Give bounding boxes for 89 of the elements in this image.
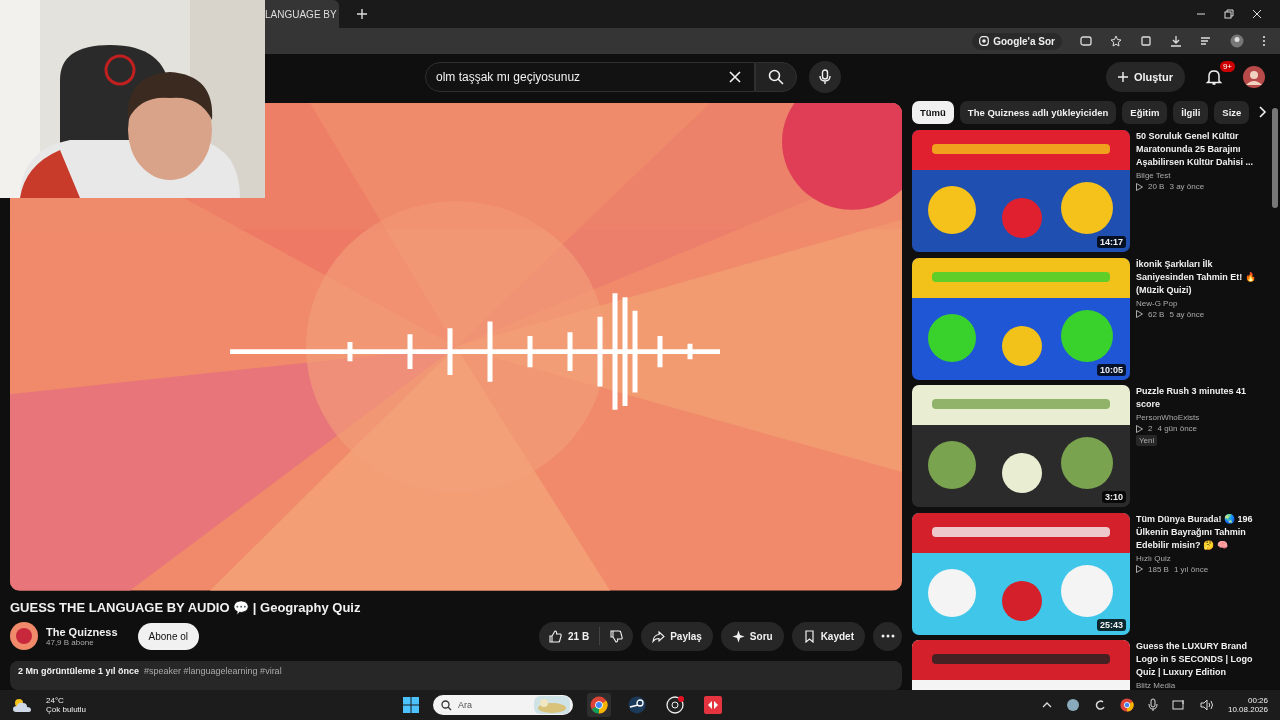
channel-name[interactable]: The Quizness [46,625,118,638]
tray-icon[interactable] [1093,699,1106,711]
share-icon [652,629,666,643]
start-icon[interactable] [403,697,419,713]
avatar[interactable] [1243,66,1265,88]
video-title[interactable]: Guess the LUXURY Brand Logo in 5 SECONDS | Logo Quiz | Luxury Edition [1136,640,1266,679]
filter-chip[interactable]: İlgili [1173,100,1209,124]
video-title[interactable]: 50 Soruluk Genel Kültür Maratonunda 25 Barajını Aşabilirsen Kültür Dahisi ... [1136,130,1266,169]
recorder-icon[interactable] [663,693,687,717]
tab-title: LANGUAGE BY [265,8,337,20]
play-icon [1136,182,1143,191]
clear-icon[interactable] [729,71,741,83]
sparkle-icon [731,629,745,643]
create-button[interactable]: Oluştur [1105,62,1185,92]
hashtags[interactable]: #speaker #languagelearning #viral [144,665,282,676]
subscribe-button[interactable]: Abone ol [137,622,199,650]
upload-age: 4 gün önce [1157,424,1198,433]
browser-tab[interactable]: LANGUAGE BY [265,0,339,28]
view-count: 2 [1148,424,1153,433]
bell-icon[interactable] [1205,68,1223,86]
download-icon[interactable] [1170,35,1182,47]
upload-age: 3 ay önce [1169,182,1205,191]
search-icon [441,699,452,711]
channel-name: New-G Pop [1136,298,1178,308]
clock-date[interactable]: 10.08.2026 [1227,705,1268,714]
channel-avatar[interactable] [10,622,38,651]
chrome-icon[interactable] [587,693,611,717]
ask-google-button[interactable]: Google'a Sor [972,32,1062,50]
chrome-icon[interactable] [1119,698,1134,712]
star-icon[interactable] [1110,35,1122,47]
view-count: 20 B [1148,182,1165,191]
video-duration: 14:17 [1096,236,1126,248]
action-button[interactable]: Soru [720,621,784,651]
speaker-icon[interactable] [1199,699,1214,711]
new-badge: Yeni [1136,435,1158,446]
play-icon [1136,310,1143,318]
video-title[interactable]: Tüm Dünya Burada! 🌏 196 Ülkenin Bayrağını Tahmin Edebilir misin? 🤔 🧠 [1136,512,1266,552]
chevron-up-icon[interactable] [1041,702,1052,708]
search-icon [768,69,784,85]
lens-icon [979,36,990,46]
clock-time[interactable]: 00:26 [1248,696,1268,705]
upload-age: 5 ay önce [1169,309,1205,319]
microphone-icon [819,69,831,85]
more-icon [880,634,895,639]
restore-icon[interactable] [1224,9,1234,19]
notification-badge: 9+ [1219,61,1235,72]
new-tab-icon[interactable] [357,9,367,19]
search-button[interactable] [755,62,797,92]
weather-condition: Çok bulutlu [46,705,87,714]
action-button[interactable]: Kaydet [791,621,865,651]
view-count: 62 B [1148,309,1165,319]
plus-icon [1117,72,1128,82]
temperature: 24°C [46,696,65,705]
play-icon [1136,565,1143,573]
microphone-icon[interactable] [1147,698,1158,712]
channel-name: Bilge Test [1136,171,1171,180]
filter-chip[interactable]: Tümü [912,100,954,124]
filter-chip[interactable]: The Quizness adlı yükleyiciden [959,100,1117,124]
subscriber-count: 47,9 B abone [46,637,94,647]
filter-chip[interactable]: Eğitim [1122,100,1168,124]
play-icon [1136,424,1143,433]
cloud-sun-icon[interactable] [12,697,32,713]
video-duration: 3:10 [1102,491,1126,503]
view-stats: 2 Mn görüntüleme 1 yıl önce [18,665,140,676]
view-count: 185 B [1148,564,1169,574]
video-title[interactable]: Puzzle Rush 3 minutes 41 score [1136,385,1266,411]
upload-age: 1 yıl önce [1173,564,1209,574]
menu-icon[interactable] [1262,35,1266,47]
network-icon[interactable] [1171,699,1186,711]
app-icon[interactable] [701,693,725,717]
channel-name: PersonWhoExists [1136,413,1200,422]
search-field[interactable]: olm taşşak mı geçiyosunuz [425,62,755,92]
channel-name: Hızlı Quiz [1136,553,1171,563]
filter-chip[interactable]: Size [1214,100,1250,124]
media-list-icon[interactable] [1200,35,1212,47]
channel-name: Blitz Media [1136,681,1176,690]
action-button[interactable]: Paylaş [641,621,713,651]
video-title[interactable]: İkonik Şarkıları İlk Saniyesinden Tahmin Et! 🔥 (Müzik Quizi) [1136,257,1266,297]
chevron-right-icon[interactable] [1259,106,1267,118]
profile-icon[interactable] [1230,34,1244,48]
bookmark-icon [802,629,816,643]
description-box[interactable]: 2 Mn görüntüleme 1 yıl önce #speaker #languagelearning #viral [10,660,902,690]
close-icon[interactable] [1252,9,1262,19]
video-title: GUESS THE LANGUAGE BY AUDIO 💬 | Geography Quiz [10,599,361,615]
thumbs-up-icon [549,629,563,643]
voice-search-button[interactable] [809,61,841,93]
more-button[interactable] [873,621,902,651]
thumbs-down-icon [610,629,624,643]
taskbar-search-button[interactable]: Ara [433,695,573,715]
